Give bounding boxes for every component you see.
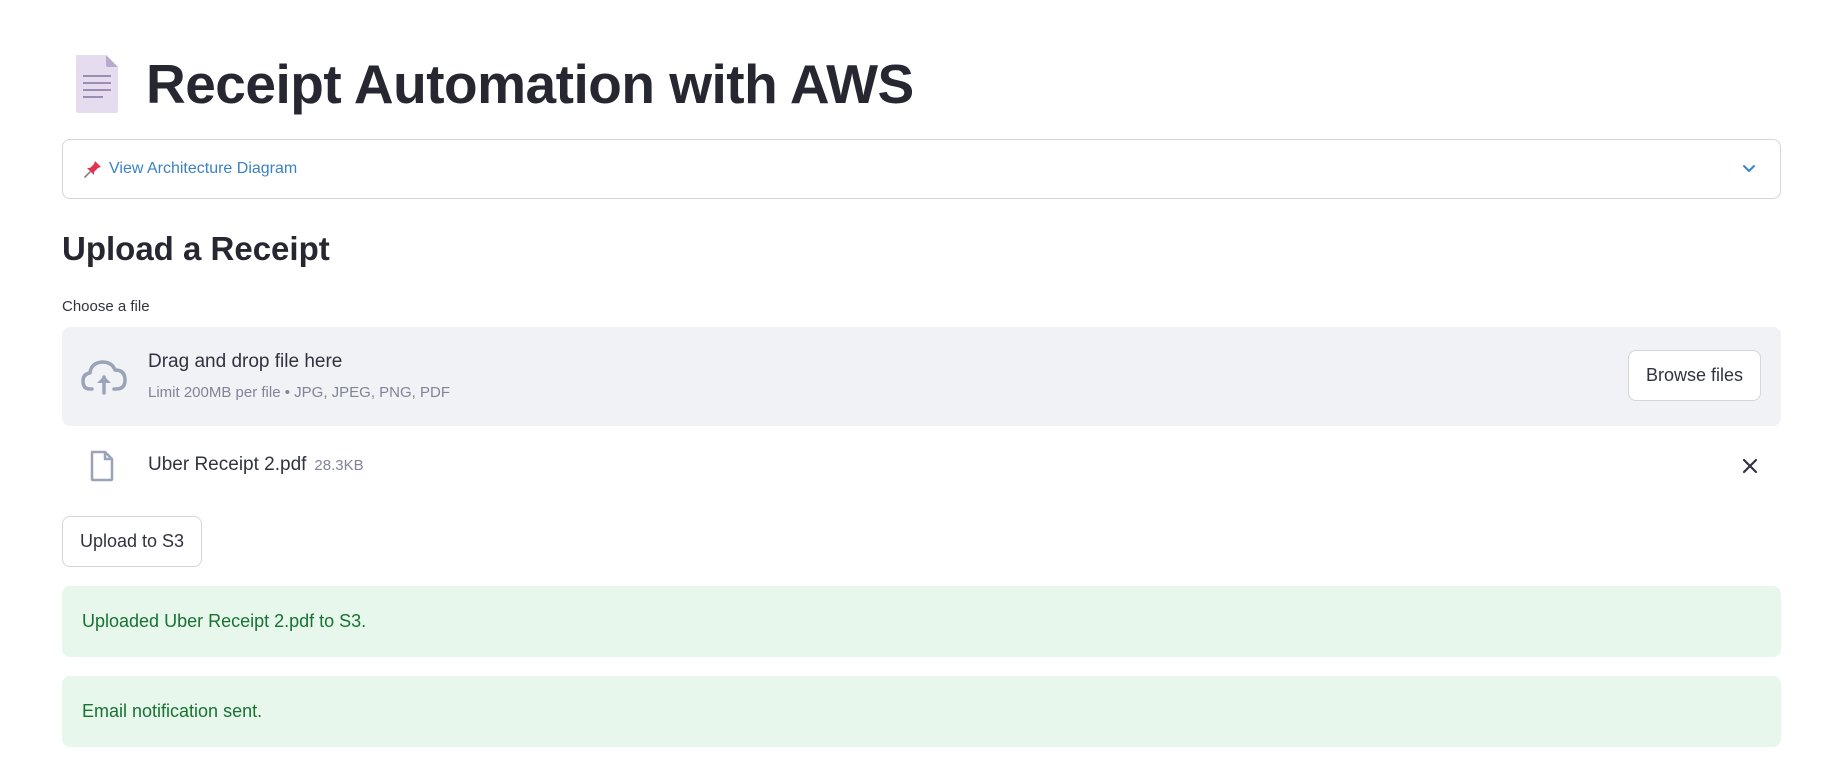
alert-message: Email notification sent. — [82, 701, 263, 721]
file-dropzone[interactable]: Drag and drop file here Limit 200MB per … — [62, 327, 1781, 426]
alert-message: Uploaded Uber Receipt 2.pdf to S3. — [82, 611, 367, 631]
file-icon — [89, 450, 115, 482]
browse-files-button[interactable]: Browse files — [1628, 350, 1761, 401]
success-alert-upload: Uploaded Uber Receipt 2.pdf to S3. — [62, 586, 1781, 657]
title-row: Receipt Automation with AWS — [72, 52, 914, 116]
uploaded-file-info: Uber Receipt 2.pdf 28.3KB — [148, 454, 364, 476]
close-icon — [1742, 458, 1758, 474]
chevron-down-icon — [1740, 160, 1758, 178]
upload-to-s3-button[interactable]: Upload to S3 — [62, 516, 202, 567]
page-title: Receipt Automation with AWS — [146, 52, 914, 115]
file-size: 28.3KB — [314, 457, 364, 474]
success-alert-email: Email notification sent. — [62, 676, 1781, 747]
pushpin-icon — [83, 159, 103, 179]
dropzone-title: Drag and drop file here — [148, 351, 343, 372]
architecture-diagram-expander[interactable]: View Architecture Diagram — [62, 139, 1781, 199]
dropzone-limits: Limit 200MB per file • JPG, JPEG, PNG, P… — [148, 384, 450, 401]
remove-file-button[interactable] — [1739, 455, 1761, 477]
section-title: Upload a Receipt — [62, 230, 330, 267]
file-name: Uber Receipt 2.pdf — [148, 454, 307, 475]
cloud-upload-icon — [80, 355, 128, 399]
page-facing-up-icon — [72, 53, 122, 115]
file-uploader-label: Choose a file — [62, 298, 150, 315]
expander-label: View Architecture Diagram — [109, 160, 298, 177]
uploaded-file-row: Uber Receipt 2.pdf 28.3KB — [62, 443, 1781, 489]
